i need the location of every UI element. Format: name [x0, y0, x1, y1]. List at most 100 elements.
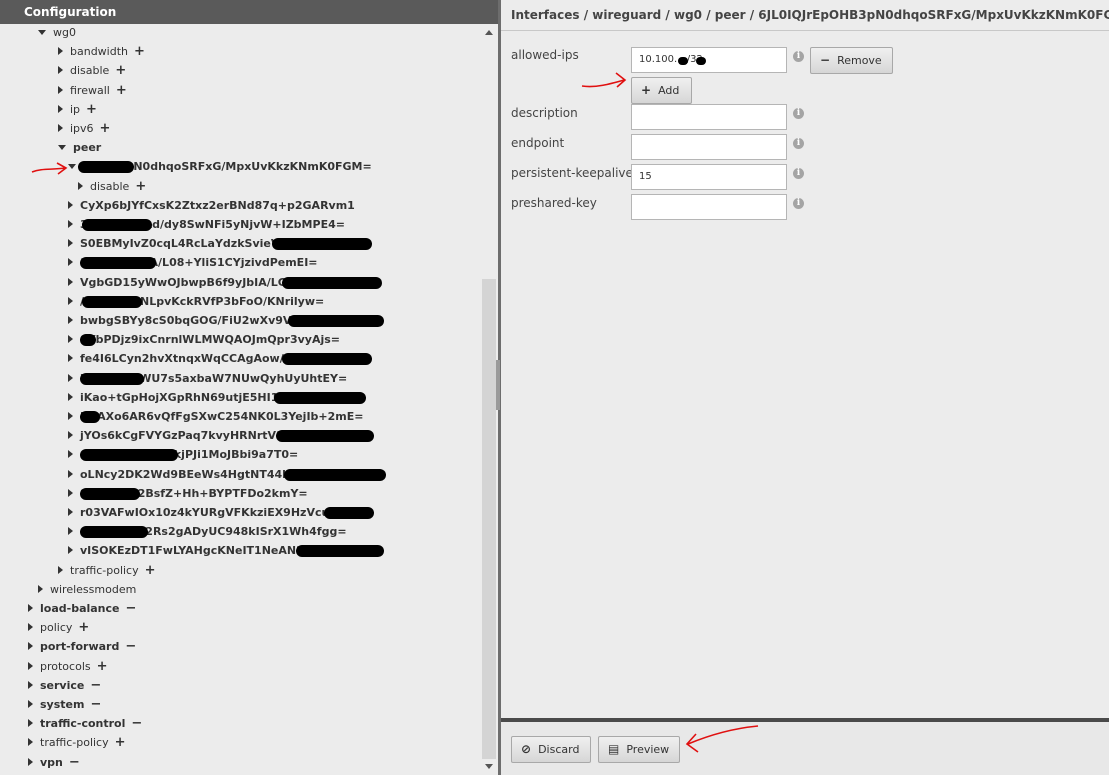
tree-node[interactable]: iKao+tGpHojXGpRhN69utjE5HI1QG — [68, 389, 297, 407]
tree-node[interactable]: firewall + — [58, 82, 127, 100]
expand-arrow-icon[interactable] — [68, 335, 73, 344]
collapse-arrow-icon[interactable] — [68, 163, 76, 169]
expand-arrow-icon[interactable] — [58, 124, 63, 132]
expand-arrow-icon[interactable] — [68, 488, 73, 497]
discard-button[interactable]: ⊘ Discard — [511, 736, 591, 763]
expand-arrow-icon[interactable] — [68, 450, 73, 459]
preshared-key-input[interactable] — [631, 194, 787, 220]
remove-node-icon[interactable]: − — [90, 678, 101, 693]
tree-node[interactable]: jYOs6kCgFVYGzPaq7kvyHRNrtV11 — [68, 427, 291, 445]
tree-node[interactable]: service − — [28, 677, 101, 695]
tree-node[interactable]: wirelessmodem — [38, 581, 136, 599]
tree-node[interactable]: 0YbPDjz9ixCnrnlWLMWQAOJmQpr3vyAjs= — [68, 331, 340, 349]
expand-arrow-icon[interactable] — [68, 373, 73, 382]
tree-node[interactable]: vISOKEzDT1FwLYAHgcKNeIT1NeAN2T3R — [68, 542, 327, 560]
tree-node[interactable]: oLNcy2DK2Wd9BEeWs4HgtNT44ho6s — [68, 466, 312, 484]
tree-node[interactable]: fe4I6LCyn2hvXtnqxWqCCAgAow//9dN — [68, 350, 312, 368]
remove-node-icon[interactable]: − — [90, 697, 101, 712]
info-icon[interactable]: i — [793, 168, 804, 179]
expand-arrow-icon[interactable] — [78, 181, 83, 190]
expand-arrow-icon[interactable] — [38, 584, 43, 593]
tree-node[interactable]: S0EBMyIvZ0cqL4RcLaYdzkSvieVAm — [68, 235, 299, 253]
tree-node[interactable]: policy + — [28, 619, 89, 637]
expand-arrow-icon[interactable] — [68, 354, 73, 363]
expand-arrow-icon[interactable] — [58, 47, 63, 56]
expand-arrow-icon[interactable] — [68, 316, 73, 324]
tree-node[interactable]: port-forward − — [28, 638, 136, 656]
add-node-icon[interactable]: + — [135, 179, 146, 194]
scroll-down-icon[interactable] — [485, 764, 493, 769]
info-icon[interactable]: i — [793, 108, 804, 119]
add-node-icon[interactable]: + — [115, 735, 126, 750]
tree-node[interactable]: load-balance − — [28, 600, 136, 618]
add-node-icon[interactable]: + — [86, 102, 97, 117]
scroll-up-icon[interactable] — [485, 30, 493, 35]
preview-button[interactable]: ▤ Preview — [598, 736, 680, 763]
expand-arrow-icon[interactable] — [68, 220, 73, 228]
add-node-icon[interactable]: + — [115, 63, 126, 78]
add-node-icon[interactable]: + — [100, 121, 111, 136]
expand-arrow-icon[interactable] — [68, 508, 73, 516]
remove-node-icon[interactable]: − — [69, 755, 80, 770]
expand-arrow-icon[interactable] — [58, 104, 63, 113]
expand-arrow-icon[interactable] — [68, 239, 73, 248]
tree-node[interactable]: traffic-policy + — [28, 734, 126, 752]
remove-node-icon[interactable]: − — [131, 716, 142, 731]
tree-node[interactable]: ipv6 + — [58, 120, 110, 138]
add-node-icon[interactable]: + — [97, 659, 108, 674]
tree-node[interactable]: peer — [58, 139, 101, 157]
expand-arrow-icon[interactable] — [28, 757, 33, 766]
endpoint-input[interactable] — [631, 134, 787, 160]
expand-arrow-icon[interactable] — [58, 66, 63, 75]
add-button[interactable]: + Add — [631, 77, 692, 104]
tree-node[interactable]: wg0 — [38, 24, 76, 42]
tree-node[interactable]: traffic-policy + — [58, 562, 156, 580]
collapse-arrow-icon[interactable] — [58, 144, 66, 150]
expand-arrow-icon[interactable] — [68, 412, 73, 420]
info-icon[interactable]: i — [793, 138, 804, 149]
persistent-keepalive-input[interactable]: 15 — [631, 164, 787, 190]
divider-grip[interactable] — [496, 360, 500, 410]
add-node-icon[interactable]: + — [145, 563, 156, 578]
description-input[interactable] — [631, 104, 787, 130]
expand-arrow-icon[interactable] — [28, 738, 33, 747]
remove-node-icon[interactable]: − — [125, 639, 136, 654]
expand-arrow-icon[interactable] — [58, 85, 63, 94]
tree-node[interactable]: ip + — [58, 101, 97, 119]
expand-arrow-icon[interactable] — [28, 604, 33, 612]
tree-node[interactable]: system − — [28, 696, 101, 714]
expand-arrow-icon[interactable] — [68, 431, 73, 440]
tree-node[interactable]: HdAXo6AR6vQfFgSXwC254NK0L3YejIb+2mE= — [68, 408, 363, 426]
expand-arrow-icon[interactable] — [68, 258, 73, 267]
expand-arrow-icon[interactable] — [28, 642, 33, 651]
tree-node[interactable]: traffic-control − — [28, 715, 142, 733]
add-node-icon[interactable]: + — [116, 83, 127, 98]
remove-node-icon[interactable]: − — [126, 601, 137, 616]
tree-node[interactable]: vpn − — [28, 754, 80, 772]
expand-arrow-icon[interactable] — [68, 527, 73, 536]
expand-arrow-icon[interactable] — [28, 700, 33, 708]
scroll-thumb[interactable] — [482, 279, 496, 759]
tree-node[interactable]: r03VAFwIOx10z4kYURgVFKkziEX9HzVcu — [68, 504, 329, 522]
expand-arrow-icon[interactable] — [68, 392, 73, 401]
collapse-arrow-icon[interactable] — [38, 29, 46, 35]
allowed-ips-input[interactable]: 10.100. . /32 — [631, 47, 787, 73]
expand-arrow-icon[interactable] — [68, 277, 73, 286]
expand-arrow-icon[interactable] — [28, 680, 33, 689]
add-node-icon[interactable]: + — [134, 44, 145, 59]
expand-arrow-icon[interactable] — [28, 661, 33, 670]
expand-arrow-icon[interactable] — [68, 546, 73, 555]
expand-arrow-icon[interactable] — [28, 623, 33, 632]
tree-node[interactable]: CyXp6bJYfCxsK2Ztxz2erBNd87q+p2GARvm1 — [68, 197, 355, 215]
tree-node[interactable]: disable + — [58, 62, 126, 80]
info-icon[interactable]: i — [793, 51, 804, 62]
expand-arrow-icon[interactable] — [68, 200, 73, 209]
tree-node[interactable]: disable + — [78, 178, 146, 196]
expand-arrow-icon[interactable] — [68, 469, 73, 478]
tree-node[interactable]: protocols + — [28, 658, 108, 676]
expand-arrow-icon[interactable] — [28, 719, 33, 728]
expand-arrow-icon[interactable] — [58, 565, 63, 574]
expand-arrow-icon[interactable] — [68, 296, 73, 305]
tree-node[interactable]: bandwidth + — [58, 43, 145, 61]
info-icon[interactable]: i — [793, 198, 804, 209]
